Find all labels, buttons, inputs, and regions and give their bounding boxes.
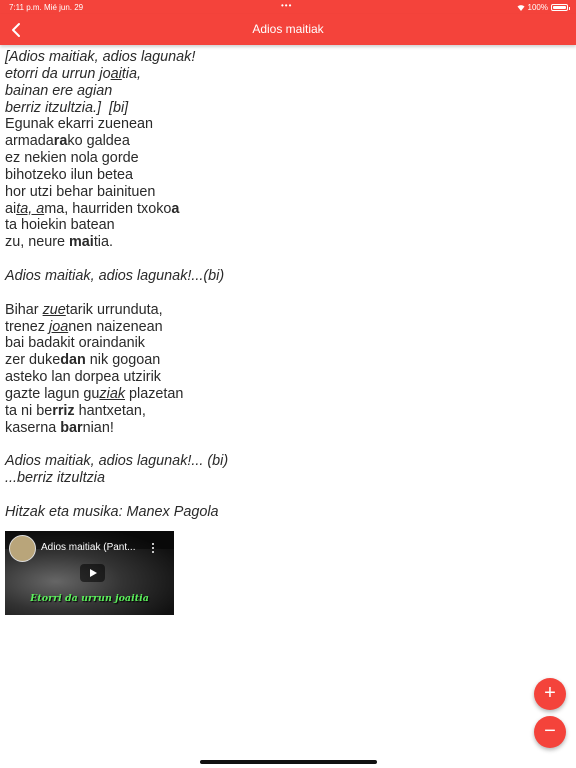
lyric-fragment: tia,	[121, 65, 141, 82]
lyric-line: ez nekien nola gorde	[5, 150, 565, 167]
lyric-fragment: tia.	[93, 234, 114, 251]
lyric-fragment: nik gogoan	[85, 352, 161, 369]
lyric-fragment: asteko lan dorpea utzirik	[5, 369, 161, 386]
lyric-fragment: zu, neure	[5, 234, 69, 251]
lyric-fragment: nian!	[82, 419, 114, 436]
lyric-line	[5, 487, 565, 504]
lyric-fragment: ta, a	[16, 200, 45, 217]
status-date: Mié jun. 29	[44, 3, 84, 12]
multitasking-dots-icon[interactable]: •••	[281, 1, 292, 10]
status-time: 7:11 p.m.	[9, 3, 42, 12]
lyric-fragment: kaserna	[5, 419, 61, 436]
lyric-fragment: rriz	[52, 402, 75, 419]
lyric-fragment: ai	[110, 65, 122, 82]
page-title: Adios maitiak	[252, 22, 324, 36]
lyric-fragment: Bihar	[5, 301, 43, 318]
lyric-fragment: ta ni be	[5, 402, 53, 419]
video-caption: Etorri da urrun joaitia	[30, 593, 149, 604]
home-indicator[interactable]	[200, 760, 377, 764]
lyric-line: berriz itzultzia.] [bi]	[5, 100, 565, 117]
video-title[interactable]: Adios maitiak (Pant...	[41, 542, 135, 553]
lyric-fragment: hantxetan,	[74, 402, 146, 419]
lyric-line: ta hoiekin batean	[5, 217, 565, 234]
lyric-line: etorri da urrun joaitia,	[5, 66, 565, 83]
lyric-line: ...berriz itzultzia	[5, 470, 565, 487]
lyric-fragment: tarik urrunduta,	[65, 301, 163, 318]
lyric-fragment: ai	[5, 200, 17, 217]
lyric-line: aita, ama, haurriden txokoa	[5, 201, 565, 218]
lyric-line: Adios maitiak, adios lagunak!...(bi)	[5, 268, 565, 285]
lyric-line: armadarako galdea	[5, 133, 565, 150]
lyric-line: Bihar zuetarik urrunduta,	[5, 302, 565, 319]
play-button-icon[interactable]	[80, 564, 105, 582]
status-right: 100%	[517, 3, 570, 12]
lyric-line: Egunak ekarri zuenean	[5, 116, 565, 133]
lyric-line: [Adios maitiak, adios lagunak!	[5, 49, 565, 66]
lyric-fragment: etorri da urrun jo	[5, 65, 111, 82]
app-bar: Adios maitiak	[0, 14, 576, 45]
lyric-fragment: Egunak ekarri zuenean	[5, 116, 154, 133]
lyric-fragment: zer duke	[5, 352, 61, 369]
lyric-fragment: gazte lagun gu	[5, 385, 100, 402]
lyric-line: bai badakit oraindanik	[5, 335, 565, 352]
lyric-line: bihotzeko ilun betea	[5, 167, 565, 184]
lyric-fragment: mai	[69, 234, 94, 251]
lyric-line: Hitzak eta musika: Manex Pagola	[5, 504, 565, 521]
lyric-fragment: bai badakit oraindanik	[5, 335, 146, 352]
lyric-line: hor utzi behar bainituen	[5, 184, 565, 201]
lyric-fragment: nen naizenean	[68, 318, 163, 335]
lyric-fragment: plazetan	[125, 385, 184, 402]
lyric-line	[5, 285, 565, 302]
lyric-fragment: ma, haurriden txoko	[44, 200, 172, 217]
lyric-fragment: Adios maitiak, adios lagunak!...(bi)	[5, 267, 225, 284]
lyrics-text: [Adios maitiak, adios lagunak! etorri da …	[5, 49, 565, 521]
lyric-fragment: a	[171, 200, 180, 217]
lyric-line: trenez joanen naizenean	[5, 319, 565, 336]
lyric-line: bainan ere agian	[5, 83, 565, 100]
lyric-fragment: [Adios maitiak, adios lagunak!	[5, 49, 196, 65]
battery-icon	[551, 4, 570, 11]
lyric-fragment: Adios maitiak, adios lagunak!... (bi)	[5, 453, 229, 470]
lyric-fragment: bihotzeko ilun betea	[5, 166, 134, 183]
lyric-fragment: ko galdea	[67, 133, 130, 150]
battery-percent: 100%	[527, 3, 548, 12]
lyric-fragment: Hitzak eta musika: Manex Pagola	[5, 503, 219, 520]
lyric-fragment: bar	[60, 419, 83, 436]
lyric-line: zer dukedan nik gogoan	[5, 352, 565, 369]
more-options-icon[interactable]	[152, 543, 155, 555]
lyric-line: Adios maitiak, adios lagunak!... (bi)	[5, 453, 565, 470]
lyric-line	[5, 436, 565, 453]
lyric-fragment: ziak	[99, 385, 126, 402]
lyric-fragment: zue	[42, 301, 66, 318]
wifi-icon	[517, 5, 525, 11]
status-bar: 7:11 p.m. Mié jun. 29 ••• 100%	[0, 0, 576, 14]
lyric-line: zu, neure maitia.	[5, 234, 565, 251]
lyric-line	[5, 251, 565, 268]
lyric-fragment: hor utzi behar bainituen	[5, 183, 156, 200]
lyric-fragment: ta hoiekin batean	[5, 217, 115, 234]
lyric-line: ta ni berriz hantxetan,	[5, 403, 565, 420]
lyric-fragment: berriz itzultzia.] [bi]	[5, 99, 129, 116]
lyric-line: gazte lagun guziak plazetan	[5, 386, 565, 403]
zoom-out-button[interactable]: −	[534, 716, 566, 748]
lyric-fragment: joa	[49, 318, 69, 335]
lyric-line: asteko lan dorpea utzirik	[5, 369, 565, 386]
lyric-fragment: armada	[5, 133, 54, 150]
lyric-fragment: ra	[53, 133, 68, 150]
channel-avatar[interactable]	[9, 535, 36, 562]
zoom-in-button[interactable]: +	[534, 678, 566, 710]
lyric-fragment: ...berriz itzultzia	[5, 470, 105, 487]
video-embed[interactable]: Adios maitiak (Pant... Etorri da urrun j…	[5, 531, 174, 615]
lyric-fragment: trenez	[5, 318, 49, 335]
lyric-fragment: bainan ere agian	[5, 82, 113, 99]
lyric-fragment: dan	[60, 352, 86, 369]
battery-level-fill	[553, 6, 566, 9]
lyric-line: kaserna barnian!	[5, 420, 565, 437]
lyric-fragment: ez nekien nola gorde	[5, 150, 139, 167]
